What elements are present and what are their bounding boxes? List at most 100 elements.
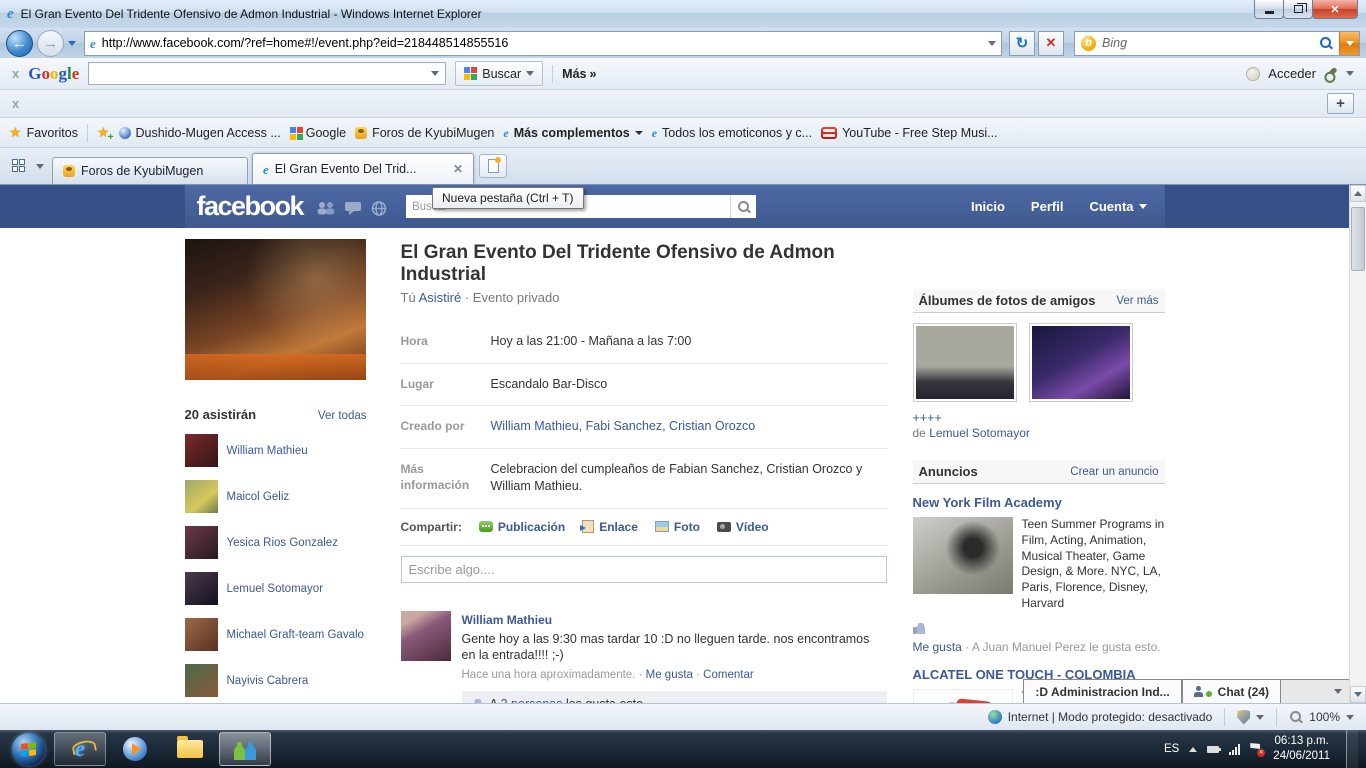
messages-icon[interactable] — [345, 201, 362, 215]
show-desktop-button[interactable] — [1346, 730, 1358, 768]
notifications-globe-icon[interactable] — [371, 200, 387, 216]
ad-image[interactable] — [912, 688, 1013, 703]
show-hidden-icons-button[interactable] — [1189, 746, 1198, 752]
ad-title-link[interactable]: New York Film Academy — [913, 495, 1165, 510]
add-favorite-button[interactable]: ★ + — [97, 124, 114, 143]
toolbar-close-button[interactable]: x — [12, 66, 19, 81]
signal-icon[interactable] — [1229, 743, 1241, 755]
share-row: Compartir: Publicación Enlace Foto Vídeo — [400, 509, 887, 546]
search-options-dropdown[interactable] — [1339, 31, 1359, 55]
share-publicacion[interactable]: Publicación — [478, 520, 565, 534]
friend-requests-icon[interactable] — [316, 201, 336, 215]
favorite-link-foros[interactable]: Foros de KyubiMugen — [355, 126, 494, 140]
ad-image[interactable] — [912, 517, 1013, 594]
search-icon[interactable] — [1319, 36, 1333, 50]
new-tab-button[interactable] — [479, 154, 507, 178]
google-search-input[interactable] — [88, 62, 447, 85]
taskbar-messenger[interactable] — [219, 732, 271, 766]
facebook-logo[interactable]: facebook — [197, 191, 305, 222]
album-thumbnail[interactable] — [1028, 323, 1133, 402]
favorite-link-complementos[interactable]: e Más complementos — [503, 126, 643, 140]
sign-in-link[interactable]: Acceder — [1268, 66, 1316, 81]
share-enlace[interactable]: Enlace — [580, 520, 638, 534]
recent-pages-dropdown[interactable] — [68, 40, 76, 46]
favorite-link-google[interactable]: Google — [289, 126, 346, 140]
chevron-down-icon[interactable] — [1346, 71, 1354, 76]
scrollbar-thumb[interactable] — [1351, 207, 1365, 271]
add-toolbar-button[interactable]: + — [1327, 93, 1354, 114]
close-button[interactable]: ✕ — [1312, 0, 1358, 19]
vertical-scrollbar[interactable] — [1349, 185, 1366, 703]
album-thumbnail[interactable] — [912, 323, 1017, 402]
tab-foros[interactable]: Foros de KyubiMugen — [52, 157, 248, 184]
google-more-button[interactable]: Más» — [562, 67, 596, 81]
see-more-link[interactable]: Ver más — [1116, 295, 1158, 307]
stop-icon: ✕ — [1045, 35, 1057, 50]
start-button[interactable] — [12, 732, 45, 766]
network-error-icon[interactable] — [1250, 743, 1266, 757]
album-owner-link[interactable]: Lemuel Sotomayor — [929, 426, 1030, 440]
tab-list-dropdown[interactable] — [32, 163, 48, 169]
like-link[interactable]: Me gusta — [646, 669, 693, 681]
protected-mode-control[interactable] — [1237, 709, 1265, 725]
post-author-link[interactable]: William Mathieu — [462, 613, 553, 627]
album-title-link[interactable]: ++++ — [913, 411, 942, 425]
favorite-link-dushido[interactable]: Dushido-Mugen Access ... — [118, 126, 281, 140]
bing-search-box[interactable]: b Bing — [1074, 30, 1360, 56]
list-item[interactable]: Michael Graft-team Gavalo — [184, 618, 381, 651]
quick-tabs-button[interactable] — [6, 154, 32, 178]
taskbar-internet-explorer[interactable]: e — [54, 732, 106, 766]
list-item[interactable]: Yesica Rios Gonzalez — [184, 526, 381, 559]
stop-button[interactable]: ✕ — [1038, 30, 1064, 56]
chat-conversation-tab[interactable]: :D Administracion Ind... — [1023, 679, 1182, 703]
creator-links[interactable]: William Mathieu, Fabi Sanchez, Cristian … — [491, 418, 887, 436]
forward-button[interactable]: → — [37, 29, 64, 57]
address-dropdown[interactable] — [988, 40, 996, 46]
chevron-down-icon[interactable] — [431, 71, 440, 76]
composer-input[interactable] — [400, 555, 887, 583]
close-icon: ✕ — [1330, 3, 1340, 16]
favorite-link-youtube[interactable]: YouTube - Free Step Musi... — [821, 126, 998, 140]
list-item[interactable]: William Mathieu — [184, 434, 381, 467]
back-button[interactable]: ← — [6, 29, 33, 57]
list-item[interactable]: Nayivis Cabrera — [184, 664, 381, 697]
taskbar-explorer[interactable] — [164, 732, 216, 766]
ad-like-link[interactable]: Me gusta — [913, 640, 962, 654]
search-button[interactable] — [730, 195, 757, 218]
taskbar-media-player[interactable] — [109, 732, 161, 766]
tab-evento-active[interactable]: e El Gran Evento Del Trid... ✕ — [252, 153, 474, 184]
rsvp-link[interactable]: Asistiré — [419, 290, 462, 305]
wrench-settings-icon[interactable] — [1324, 66, 1338, 81]
share-video[interactable]: Vídeo — [716, 520, 769, 534]
nav-perfil[interactable]: Perfil — [1031, 199, 1064, 214]
scroll-down-button[interactable] — [1350, 686, 1366, 703]
language-indicator[interactable]: ES — [1164, 743, 1179, 755]
scroll-up-button[interactable] — [1350, 185, 1366, 202]
favorites-menu-button[interactable]: ★ Favoritos — [9, 124, 78, 141]
minimize-button[interactable] — [1254, 0, 1284, 19]
url-text[interactable]: http://www.facebook.com/?ref=home#!/even… — [102, 36, 982, 50]
google-search-button[interactable]: Buscar — [455, 61, 544, 86]
list-item[interactable]: Maicol Geliz — [184, 480, 381, 513]
nav-cuenta[interactable]: Cuenta — [1089, 199, 1147, 214]
battery-icon[interactable] — [1207, 745, 1222, 753]
list-item[interactable]: Lemuel Sotomayor — [184, 572, 381, 605]
nav-inicio[interactable]: Inicio — [971, 199, 1005, 214]
share-foto[interactable]: Foto — [654, 520, 700, 534]
create-ad-link[interactable]: Crear un anuncio — [1070, 466, 1158, 478]
refresh-button[interactable]: ↻ — [1009, 30, 1035, 56]
favorite-link-emoticonos[interactable]: e Todos los emoticonos y c... — [652, 126, 812, 140]
chat-options-strip[interactable] — [1281, 679, 1349, 703]
address-bar[interactable]: e http://www.facebook.com/?ref=home#!/ev… — [84, 30, 1002, 56]
event-photo[interactable] — [184, 239, 366, 380]
clock[interactable]: 06:13 p.m. 24/06/2011 — [1273, 734, 1330, 764]
tab-close-icon[interactable]: ✕ — [453, 162, 463, 176]
zoom-control[interactable]: 100% — [1289, 710, 1354, 724]
avatar — [184, 480, 218, 513]
toolbar-close-button[interactable]: x — [12, 96, 19, 111]
comment-link[interactable]: Comentar — [703, 669, 754, 681]
chat-toggle-tab[interactable]: Chat (24) — [1181, 679, 1281, 703]
avatar[interactable] — [400, 610, 451, 661]
restore-button[interactable] — [1283, 0, 1313, 19]
see-all-link[interactable]: Ver todas — [318, 410, 367, 422]
